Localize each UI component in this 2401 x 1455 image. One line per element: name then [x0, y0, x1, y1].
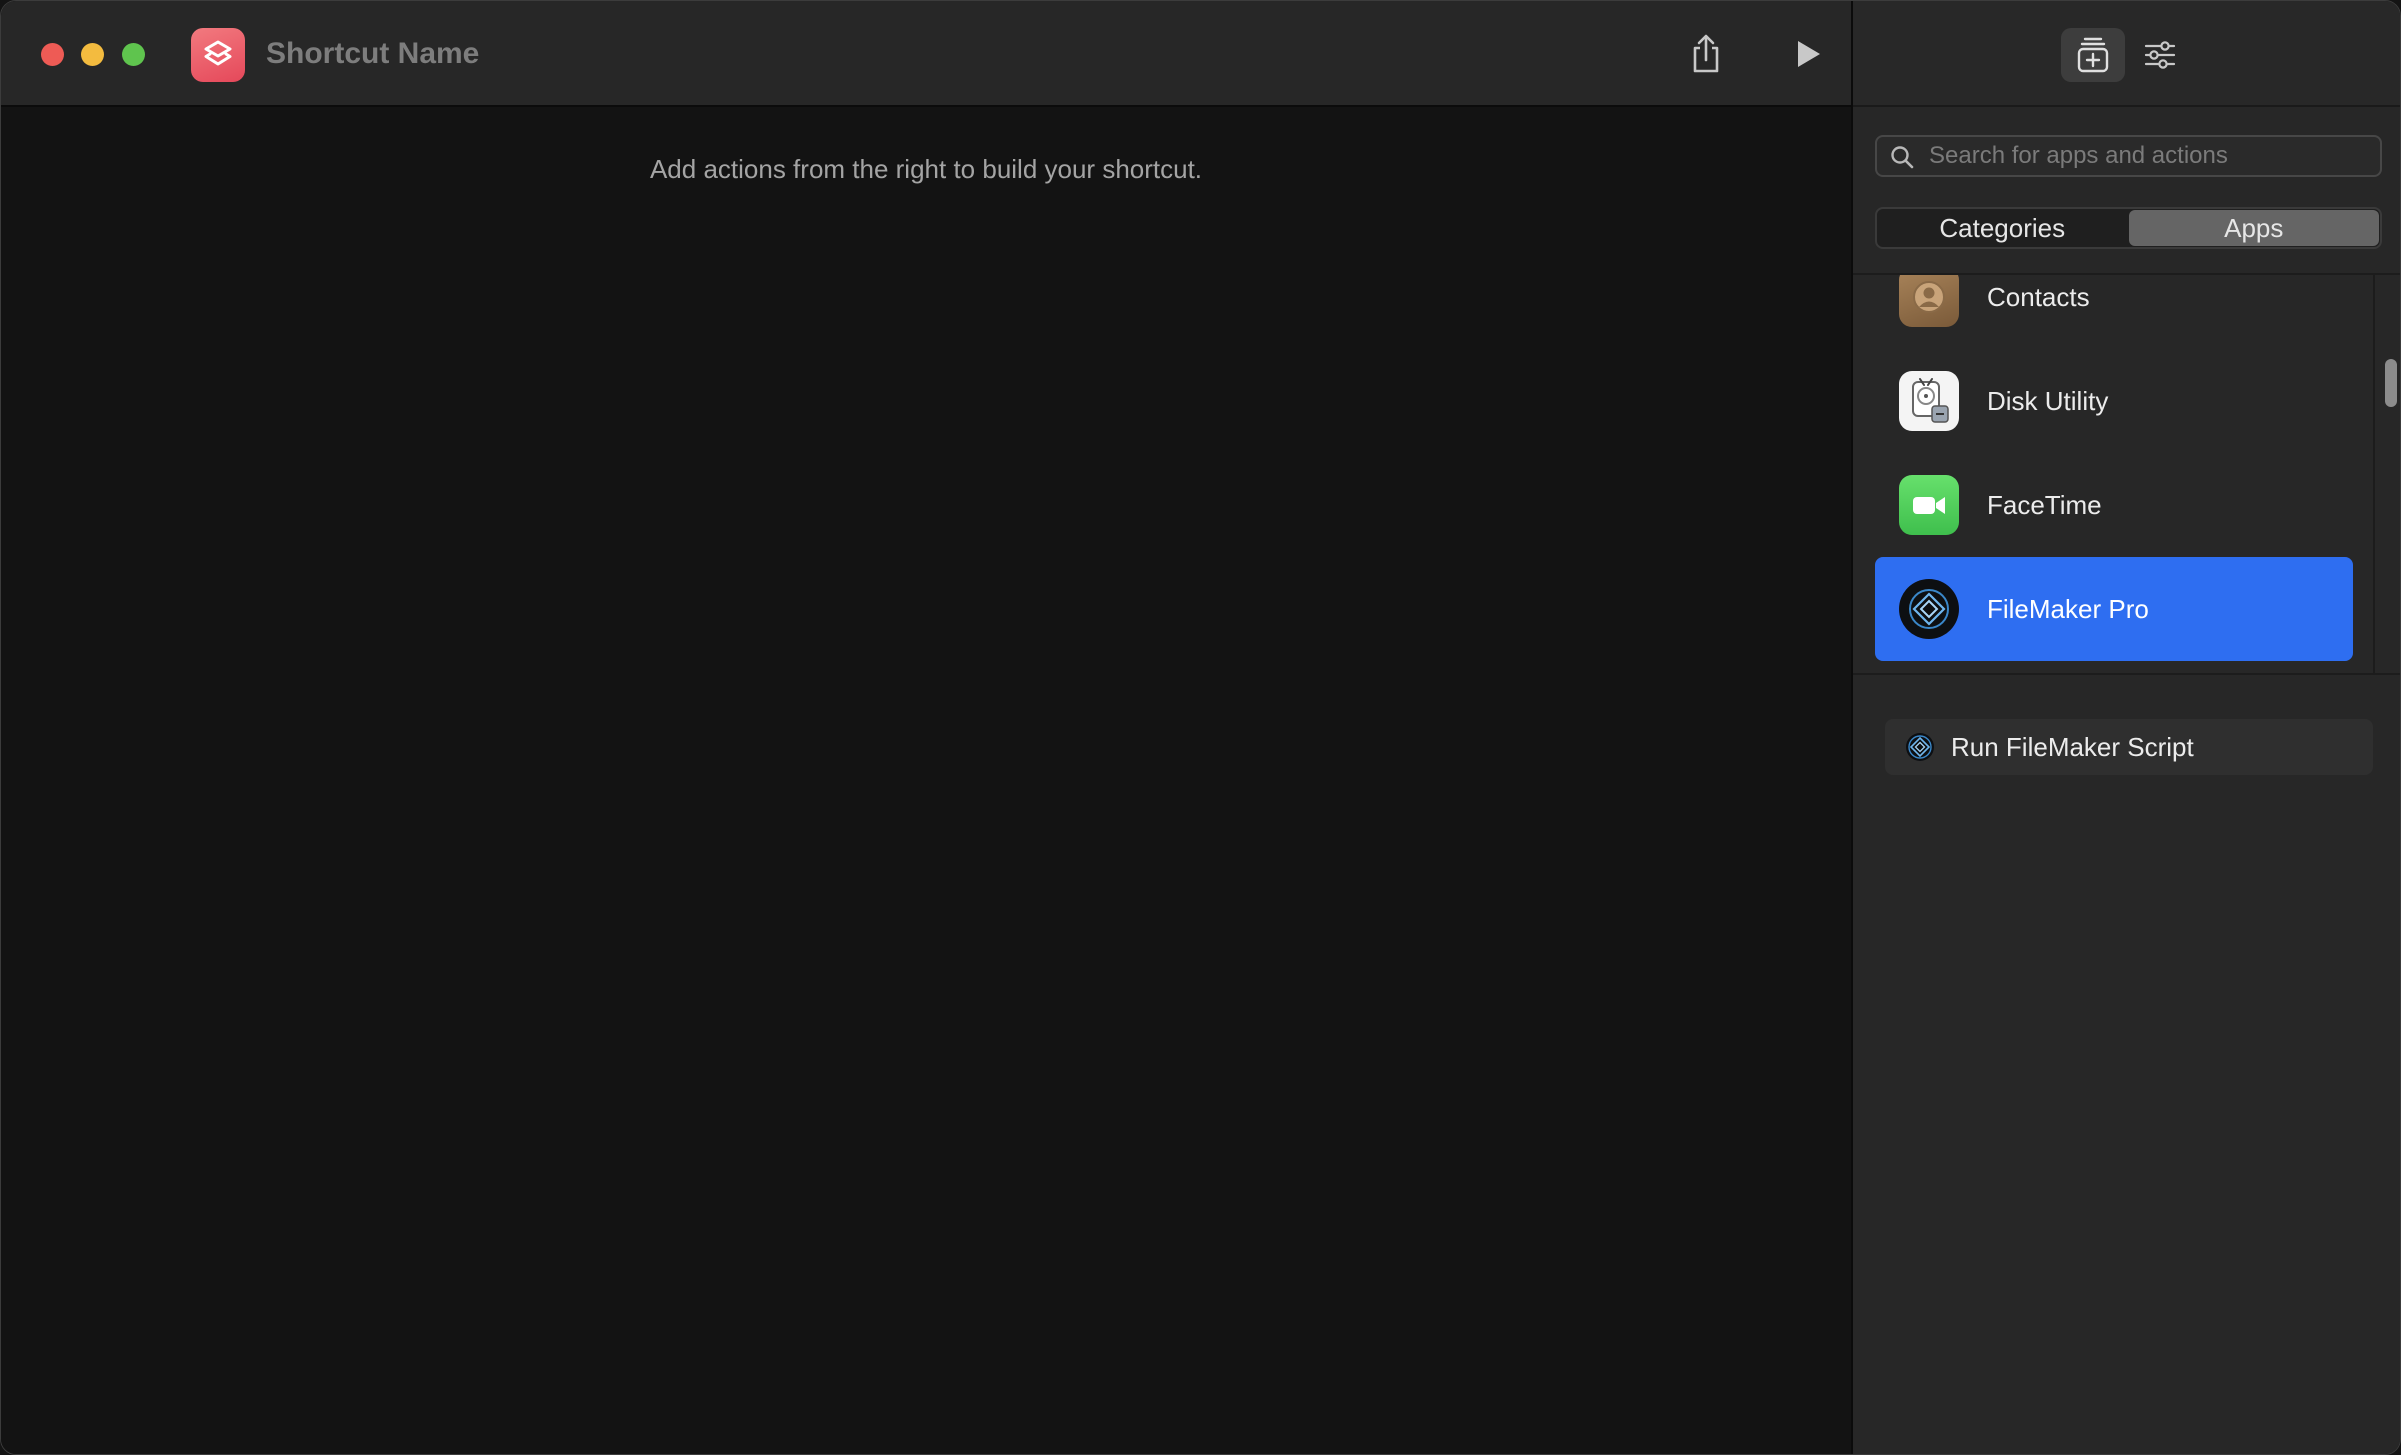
search-icon — [1891, 146, 1914, 169]
facetime-icon — [1899, 475, 1959, 535]
action-sidebar: Categories Apps Contacts — [1851, 1, 2400, 1454]
library-mode-segmented-control: Categories Apps — [1875, 207, 2382, 249]
sidebar-header — [1853, 1, 2400, 107]
action-run-filemaker-script[interactable]: Run FileMaker Script — [1885, 719, 2373, 775]
app-list: Contacts Disk Utility FaceTime FileMaker… — [1853, 273, 2400, 675]
disk-utility-icon — [1899, 371, 1959, 431]
shortcuts-window: Shortcut Name Add actions from the right… — [0, 0, 2401, 1455]
shortcut-name-field[interactable]: Shortcut Name — [266, 34, 479, 74]
share-icon — [1693, 34, 1719, 73]
run-shortcut-button[interactable] — [1783, 29, 1833, 79]
app-item-label: FaceTime — [1987, 490, 2102, 520]
action-library-button[interactable] — [2061, 28, 2125, 82]
shortcut-details-button[interactable] — [2128, 28, 2192, 82]
tab-apps[interactable]: Apps — [2128, 210, 2379, 246]
app-list-content: Contacts Disk Utility FaceTime FileMaker… — [1875, 275, 2353, 661]
contacts-icon — [1899, 275, 1959, 327]
tab-categories[interactable]: Categories — [1877, 209, 2128, 247]
shortcuts-app-icon[interactable] — [191, 28, 245, 82]
action-library-icon — [2077, 37, 2109, 73]
sliders-icon — [2144, 41, 2176, 69]
search-input[interactable] — [1927, 137, 2367, 175]
app-item-facetime[interactable]: FaceTime — [1875, 453, 2353, 557]
action-label: Run FileMaker Script — [1951, 732, 2194, 762]
shortcut-editor: Shortcut Name Add actions from the right… — [1, 1, 1851, 1454]
app-item-label: Contacts — [1987, 282, 2090, 312]
title-bar: Shortcut Name — [1, 1, 1851, 107]
play-icon — [1798, 41, 1820, 67]
app-item-contacts[interactable]: Contacts — [1875, 275, 2353, 349]
minimize-window-button[interactable] — [81, 43, 104, 66]
app-item-label: FileMaker Pro — [1987, 594, 2149, 624]
app-item-filemaker-pro[interactable]: FileMaker Pro — [1875, 557, 2353, 661]
zoom-window-button[interactable] — [122, 43, 145, 66]
app-list-scrollbar[interactable] — [2373, 275, 2400, 673]
shortcuts-layers-icon — [204, 40, 232, 66]
scrollbar-thumb[interactable] — [2385, 359, 2397, 407]
filemaker-icon — [1899, 579, 1959, 639]
filemaker-icon — [1906, 733, 1934, 761]
empty-editor-hint: Add actions from the right to build your… — [649, 154, 1203, 184]
search-field[interactable] — [1875, 135, 2382, 177]
share-button[interactable] — [1681, 29, 1731, 79]
app-item-label: Disk Utility — [1987, 386, 2109, 416]
app-item-disk-utility[interactable]: Disk Utility — [1875, 349, 2353, 453]
close-window-button[interactable] — [41, 43, 64, 66]
